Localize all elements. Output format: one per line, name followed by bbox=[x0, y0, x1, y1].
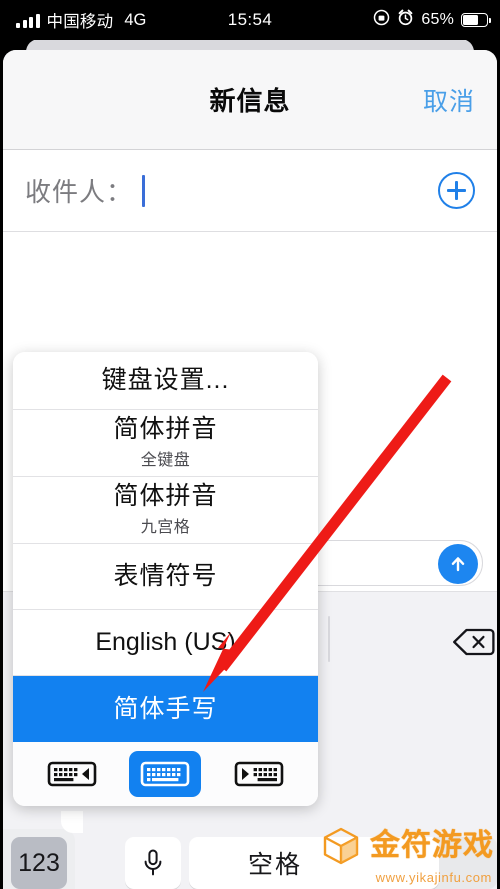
keyboard-divider bbox=[328, 616, 330, 662]
battery-percent-label: 65% bbox=[421, 11, 454, 28]
plus-icon-vertical bbox=[455, 181, 458, 200]
dictation-key[interactable] bbox=[125, 837, 181, 889]
send-button[interactable] bbox=[438, 544, 478, 584]
popup-item-sublabel: 九宫格 bbox=[140, 518, 191, 536]
rotation-lock-icon bbox=[373, 9, 390, 31]
watermark-brand: 金符游戏 bbox=[370, 829, 494, 862]
keyboard-full-button[interactable] bbox=[129, 751, 202, 797]
popup-item-label: English (US) bbox=[95, 628, 236, 657]
keyboard-dock-right-icon bbox=[234, 761, 284, 787]
popup-item-label: 简体拼音 bbox=[113, 415, 218, 444]
cube-logo-icon bbox=[323, 827, 359, 865]
add-contact-button[interactable] bbox=[438, 172, 475, 209]
keyboard-layout-switcher bbox=[13, 742, 318, 806]
alarm-clock-icon bbox=[397, 9, 414, 31]
backspace-key[interactable] bbox=[451, 626, 495, 658]
popup-item-label: 键盘设置... bbox=[101, 366, 230, 395]
space-key-label: 空格 bbox=[247, 851, 302, 879]
popup-item-english-us[interactable]: English (US) bbox=[13, 610, 318, 676]
watermark-brand-row: 金符游戏 bbox=[320, 825, 494, 867]
keyboard-dock-right-button[interactable] bbox=[223, 751, 295, 797]
popup-item-pinyin-full[interactable]: 简体拼音 全键盘 bbox=[13, 410, 318, 477]
navigation-bar: 新信息 取消 bbox=[3, 50, 497, 150]
status-bar: 中国移动 4G 15:54 65% bbox=[0, 0, 500, 40]
popup-item-keyboard-settings[interactable]: 键盘设置... bbox=[13, 352, 318, 410]
status-bar-right: 65% bbox=[373, 0, 491, 40]
keyboard-full-icon bbox=[141, 761, 190, 787]
numeric-key[interactable]: 123 bbox=[11, 837, 67, 889]
watermark-url: www.yikajinfu.com bbox=[375, 870, 492, 885]
arrow-up-icon bbox=[451, 557, 465, 572]
sheet-corner-left bbox=[61, 811, 83, 833]
popup-item-handwriting[interactable]: 简体手写 bbox=[13, 676, 318, 742]
keyboard-dock-left-button[interactable] bbox=[36, 751, 108, 797]
popup-item-pinyin-9key[interactable]: 简体拼音 九宫格 bbox=[13, 477, 318, 544]
popup-item-emoji[interactable]: 表情符号 bbox=[13, 544, 318, 610]
cancel-button[interactable]: 取消 bbox=[423, 82, 475, 118]
battery-icon bbox=[461, 13, 491, 27]
popup-item-label: 简体拼音 bbox=[113, 482, 218, 511]
text-cursor bbox=[142, 174, 146, 207]
watermark: 金符游戏 www.yikajinfu.com bbox=[320, 825, 494, 885]
keyboard-dock-left-icon bbox=[47, 761, 97, 787]
clock-label: 15:54 bbox=[227, 10, 273, 29]
keyboard-switcher-popup: 键盘设置... 简体拼音 全键盘 简体拼音 九宫格 表情符号 English (… bbox=[13, 352, 318, 806]
recipient-row[interactable]: 收件人： bbox=[3, 150, 497, 232]
phone-screen: 中国移动 4G 15:54 65% 新信息 取消 收件人： 123 空格 键盘设… bbox=[0, 0, 500, 889]
microphone-icon bbox=[144, 849, 162, 876]
popup-item-label: 简体手写 bbox=[113, 694, 218, 723]
popup-item-label: 表情符号 bbox=[113, 562, 218, 591]
recipient-label: 收件人： bbox=[25, 177, 134, 207]
popup-item-sublabel: 全键盘 bbox=[140, 451, 191, 469]
